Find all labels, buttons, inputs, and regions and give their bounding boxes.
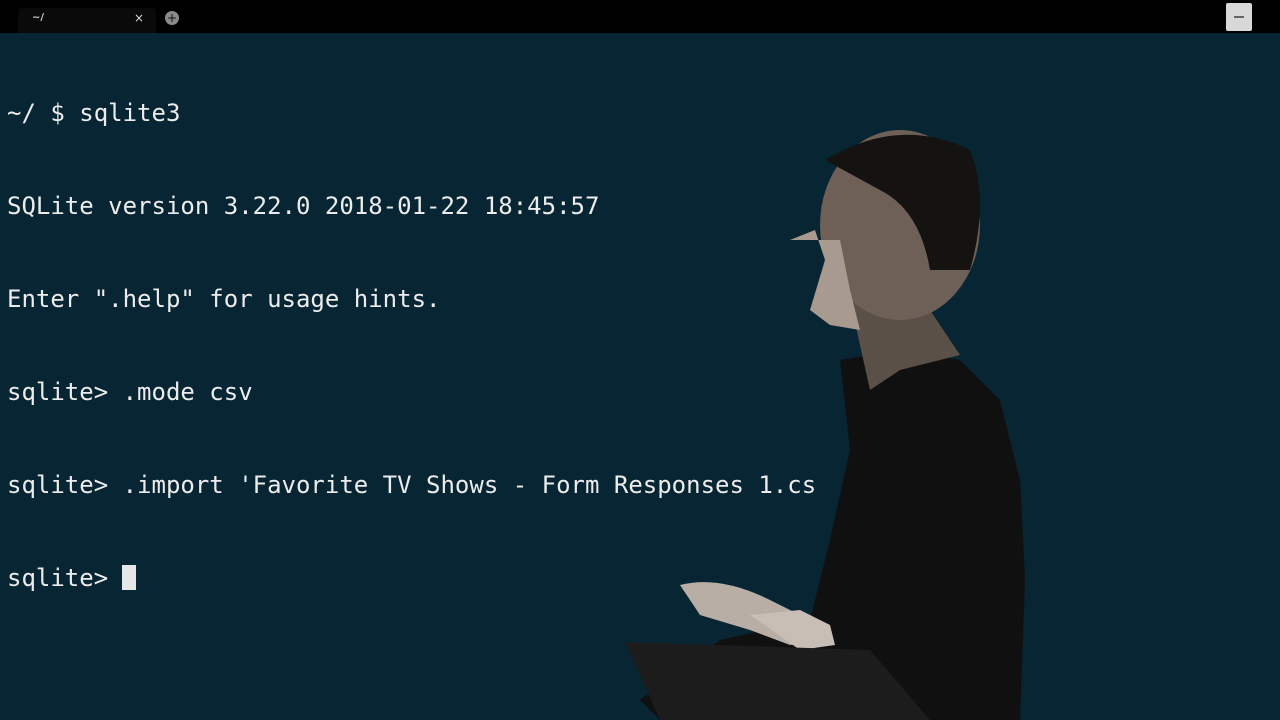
tab-title: ~/ (32, 12, 45, 23)
text-cursor (122, 565, 137, 590)
prompt-text: sqlite> (7, 564, 109, 592)
close-icon[interactable]: × (134, 11, 144, 25)
tab-home[interactable]: ~/ × (18, 8, 156, 33)
scroll-icon[interactable] (1226, 3, 1252, 31)
tab-bar: ~/ × + (0, 0, 1280, 33)
speaker-silhouette (625, 130, 1025, 720)
terminal-window: ~/ × + ~/ $ sqlite3 SQLite version 3.22.… (0, 0, 1280, 720)
scroll-bar-glyph (1234, 16, 1244, 18)
plus-circle-icon[interactable]: + (165, 11, 179, 25)
